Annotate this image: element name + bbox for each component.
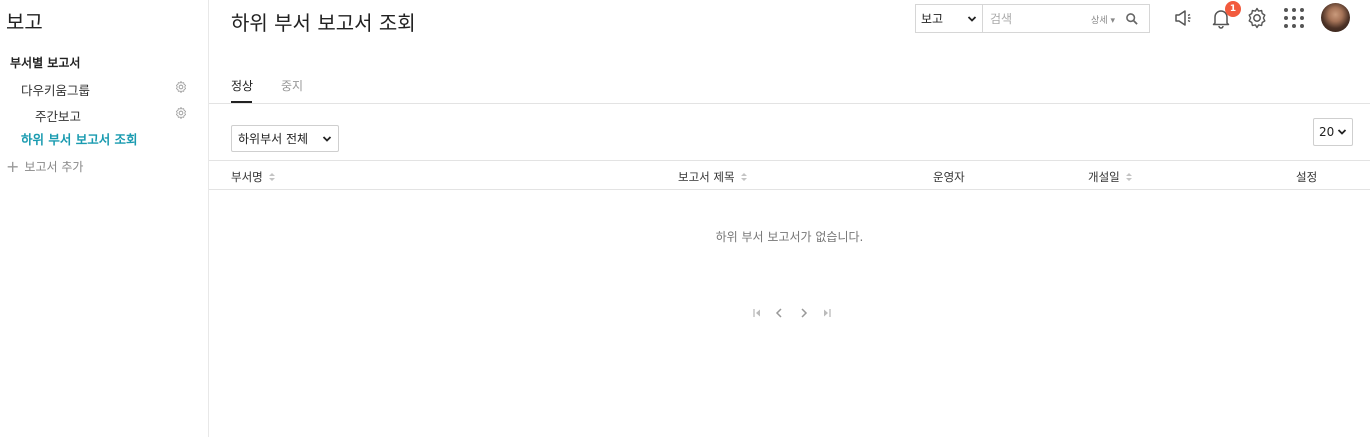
empty-message: 하위 부서 보고서가 없습니다. xyxy=(715,230,864,244)
first-page-icon[interactable] xyxy=(751,307,763,319)
sidebar-item-daou-group[interactable]: 다우키움그룹 xyxy=(21,80,90,99)
next-page-icon[interactable] xyxy=(798,307,810,319)
app-title: 보고 xyxy=(6,10,43,34)
sidebar-section-title: 부서별 보고서 xyxy=(10,56,81,70)
sidebar-item-weekly-report[interactable]: 주간보고 xyxy=(35,106,81,125)
plus-icon: + xyxy=(6,156,20,176)
add-report-label: 보고서 추가 xyxy=(24,160,84,174)
table-body: 하위 부서 보고서가 없습니다. xyxy=(209,0,1370,437)
sidebar-item-sub-dept-reports[interactable]: 하위 부서 보고서 조회 xyxy=(21,129,138,148)
gear-icon[interactable] xyxy=(174,106,188,120)
last-page-icon[interactable] xyxy=(821,307,833,319)
sidebar: 보고 부서별 보고서 다우키움그룹 주간보고 하위 부서 보고서 조회 + 보고… xyxy=(0,0,209,437)
gear-icon[interactable] xyxy=(174,80,188,94)
prev-page-icon[interactable] xyxy=(773,307,785,319)
add-report-button[interactable]: + 보고서 추가 xyxy=(6,158,83,175)
